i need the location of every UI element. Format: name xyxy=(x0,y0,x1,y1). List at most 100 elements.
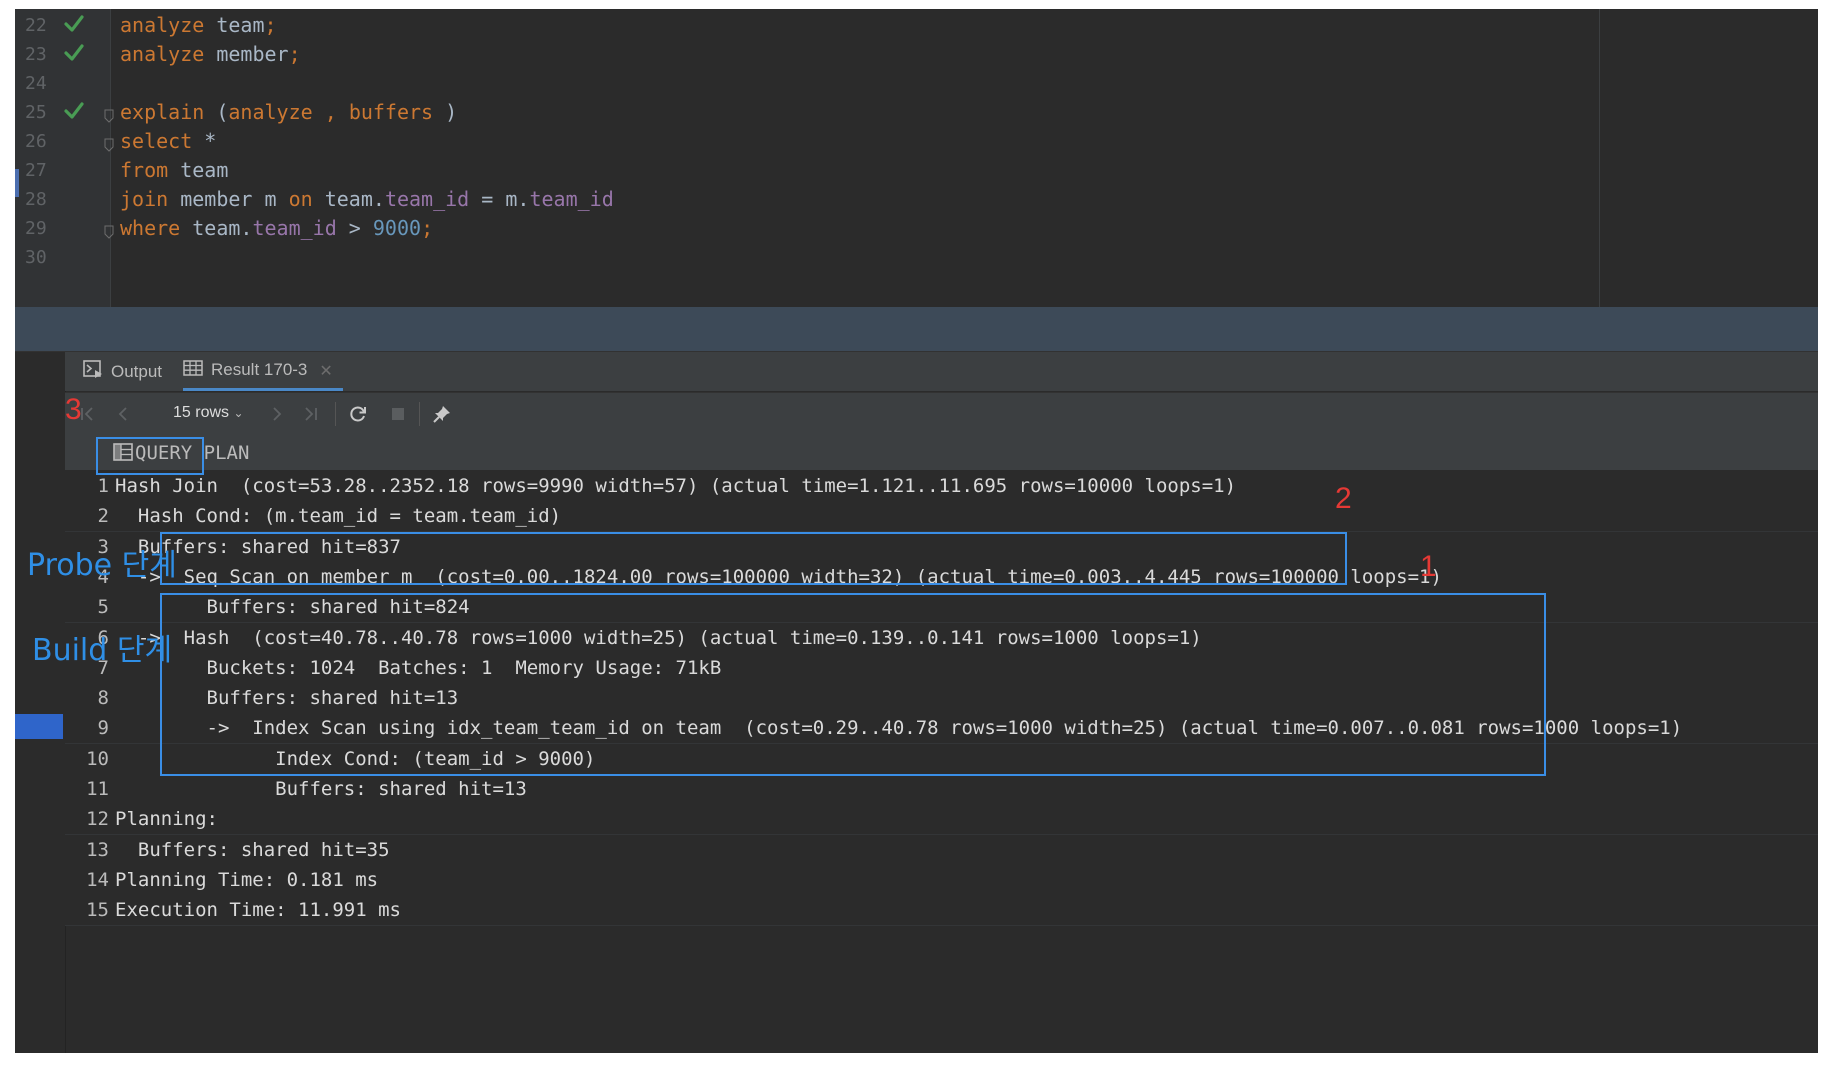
code-text: where team.team_id > 9000; xyxy=(120,216,433,240)
output-console-icon xyxy=(83,360,103,383)
row-number: 1 xyxy=(97,475,109,497)
row-number: 8 xyxy=(97,687,109,710)
table-row[interactable]: 15 Execution Time: 11.991 ms xyxy=(65,895,1818,927)
code-token: team xyxy=(168,158,229,182)
fold-marker-icon[interactable] xyxy=(104,108,114,123)
tab-result-label: Result 170-3 xyxy=(211,360,308,379)
table-grid-icon xyxy=(183,359,203,381)
code-token: , xyxy=(324,100,349,124)
code-text: select * xyxy=(120,129,216,153)
selected-row-marker xyxy=(15,714,63,739)
row-number: 9 xyxy=(97,717,109,740)
code-token: explain xyxy=(120,100,205,124)
ide-window: 22 analyze team; 23 analyze member; 24 25 expl… xyxy=(15,9,1818,1053)
line-number: 27 xyxy=(25,160,47,181)
table-row[interactable]: 2 Hash Cond: (m.team_id = team.team_id) xyxy=(65,501,1818,533)
table-row[interactable]: 13 Buffers: shared hit=35 xyxy=(65,834,1818,866)
line-number: 26 xyxy=(25,131,47,152)
annotation-step-2: 2 xyxy=(1335,482,1352,515)
code-token: select xyxy=(120,129,193,153)
code-token: ; xyxy=(421,216,434,240)
code-text: from team xyxy=(120,158,228,182)
query-plan-cell[interactable]: Planning: xyxy=(115,808,218,830)
annotation-box-probe xyxy=(160,532,1347,585)
next-page-icon[interactable] xyxy=(263,401,289,427)
code-token: from xyxy=(120,158,169,182)
code-token: on xyxy=(288,187,313,211)
line-number: 25 xyxy=(25,102,47,123)
code-token: member xyxy=(204,42,289,66)
fold-marker-icon[interactable] xyxy=(104,137,114,152)
annotation-box-hash-join xyxy=(96,437,204,475)
chevron-down-icon: ⌄ xyxy=(233,406,244,420)
row-number: 12 xyxy=(86,808,109,831)
line-number: 23 xyxy=(25,44,47,65)
table-row[interactable]: 1 Hash Join (cost=53.28..2352.18 rows=999… xyxy=(65,471,1818,502)
code-token: where xyxy=(120,216,181,240)
line-number: 28 xyxy=(25,189,47,210)
line-number: 29 xyxy=(25,218,47,239)
stop-icon[interactable] xyxy=(385,401,411,427)
row-number: 5 xyxy=(97,596,109,619)
refresh-icon[interactable] xyxy=(345,401,371,427)
code-token: > xyxy=(336,216,373,240)
annotation-build-stage: Build 단계 xyxy=(32,633,173,668)
code-text: analyze member; xyxy=(120,42,301,66)
sql-editor[interactable]: 22 analyze team; 23 analyze member; 24 25 expl… xyxy=(15,9,1818,307)
page-size-selector[interactable]: 15 rows ⌄ xyxy=(173,404,244,422)
table-row[interactable]: 14 Planning Time: 0.181 ms xyxy=(65,864,1818,896)
last-page-icon[interactable] xyxy=(297,401,323,427)
code-token: team xyxy=(204,13,265,37)
query-plan-cell[interactable]: Execution Time: 11.991 ms xyxy=(115,899,401,921)
query-plan-cell[interactable]: Hash Join (cost=53.28..2352.18 rows=9990… xyxy=(115,475,1236,497)
code-token: 9000 xyxy=(372,216,422,240)
code-token: analyze xyxy=(120,13,205,37)
code-token: = m. xyxy=(469,187,530,211)
previous-page-icon[interactable] xyxy=(111,401,137,427)
code-token: ; xyxy=(264,13,277,37)
table-row[interactable]: 12 Planning: xyxy=(65,804,1818,836)
code-text: join member m on team.team_id = m.team_i… xyxy=(120,187,614,211)
table-row[interactable]: 11 Buffers: shared hit=13 xyxy=(65,774,1818,805)
rows-count-label: 15 rows xyxy=(173,404,230,421)
row-number: 13 xyxy=(86,838,109,861)
tab-output[interactable]: Output xyxy=(83,352,162,391)
code-token: team_id xyxy=(252,216,337,240)
query-plan-cell[interactable]: Buffers: shared hit=35 xyxy=(115,839,390,861)
query-plan-cell[interactable]: Buffers: shared hit=13 xyxy=(115,778,527,800)
fold-marker-icon[interactable] xyxy=(104,224,114,239)
query-plan-cell[interactable]: Planning Time: 0.181 ms xyxy=(115,869,378,891)
line-number: 24 xyxy=(25,73,47,94)
code-token: buffers xyxy=(348,100,446,124)
editor-line[interactable]: 30 xyxy=(15,241,1818,275)
code-text: explain (analyze , buffers ) xyxy=(120,100,457,124)
annotation-step-3: 3 xyxy=(65,393,82,426)
annotation-box-build xyxy=(160,593,1546,776)
close-icon[interactable]: ✕ xyxy=(319,361,332,380)
splitter[interactable] xyxy=(15,307,1818,351)
code-token: analyze xyxy=(228,100,325,124)
code-token: ) xyxy=(445,100,458,124)
line-number: 22 xyxy=(25,15,47,36)
annotation-probe-stage: Probe 단계 xyxy=(27,548,177,583)
result-tabs: Output Result 170-3 ✕ xyxy=(65,352,1818,391)
code-token: team. xyxy=(312,187,385,211)
grid-column-header[interactable]: QUERY PLAN xyxy=(65,435,1818,471)
query-plan-cell[interactable]: Hash Cond: (m.team_id = team.team_id) xyxy=(115,505,561,527)
tab-result[interactable]: Result 170-3 ✕ xyxy=(183,352,343,391)
code-token: join xyxy=(120,187,169,211)
code-token: team_id xyxy=(384,187,470,211)
code-token: ( xyxy=(204,100,229,124)
result-toolbar: 15 rows ⌄ xyxy=(65,392,1818,435)
code-token: analyze xyxy=(120,42,205,66)
pin-tab-icon[interactable] xyxy=(429,401,455,427)
code-text: analyze team; xyxy=(120,13,277,37)
row-number: 2 xyxy=(97,505,109,528)
executed-check-icon xyxy=(63,13,87,37)
annotation-step-1: 1 xyxy=(1420,550,1437,583)
executed-check-icon xyxy=(63,100,87,124)
line-number: 30 xyxy=(25,247,47,268)
tab-output-label: Output xyxy=(111,361,163,381)
code-token: * xyxy=(192,129,217,153)
code-token: team_id xyxy=(529,187,614,211)
